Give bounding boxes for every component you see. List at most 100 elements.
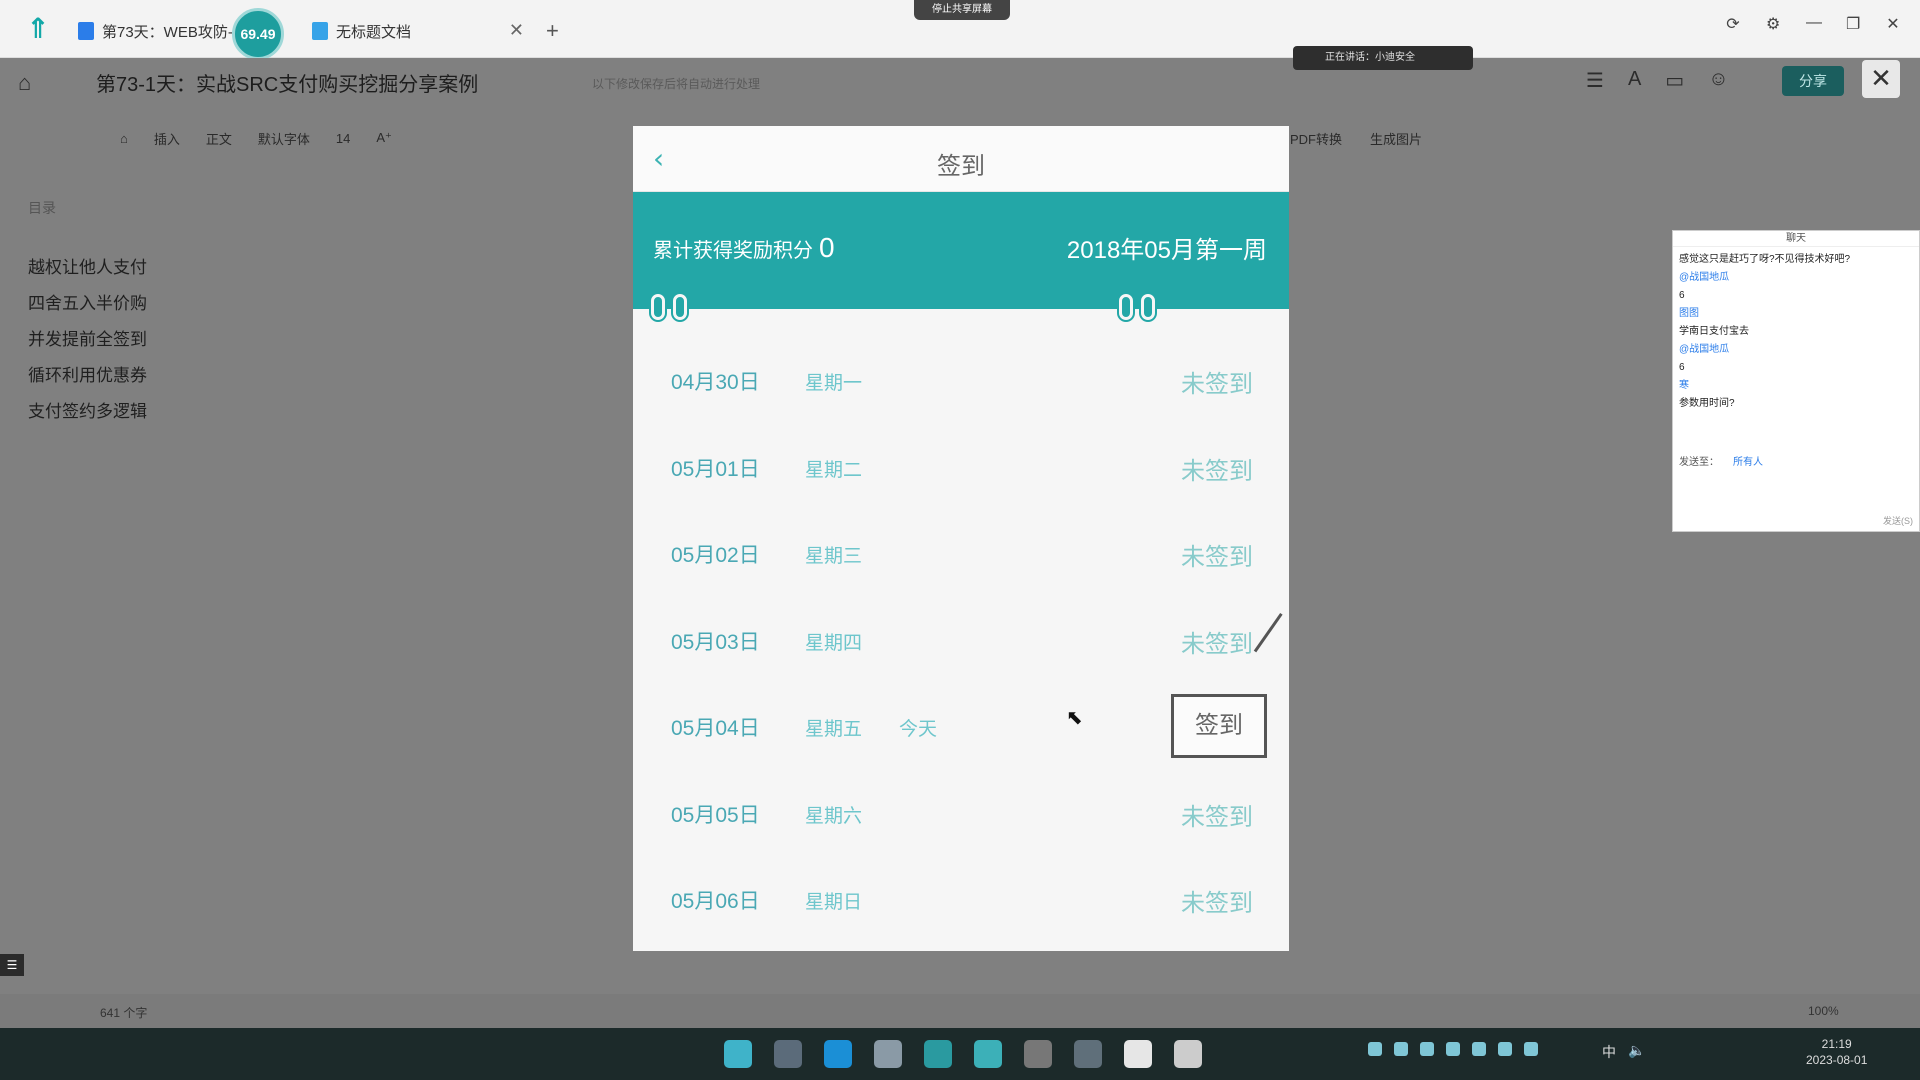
toolbar-insert[interactable]: 插入 [154,129,180,148]
ring-icon [673,294,687,320]
app-logo-icon[interactable]: ⇑ [22,14,54,44]
toc-item[interactable]: 支付签约多逻辑 [28,400,147,436]
document-title: 第73-1天：实战SRC支付购买挖掘分享案例 [96,74,479,96]
ring-icon [1141,294,1155,320]
day-row: 05月06日 星期日 未签到 [633,857,1289,944]
outline-toggle-icon[interactable]: ☰ [0,954,24,976]
restore-icon[interactable]: ❐ [1846,14,1860,34]
ime-indicator[interactable]: 中 [1602,1042,1616,1062]
save-status-text: 以下修改保存后将自动进行处理 [592,77,761,91]
sign-in-button[interactable]: 签到 [1171,694,1267,758]
tray-spacer [1550,1042,1590,1062]
format-toolbar-right: PDF转换 生成图片 [1290,126,1422,150]
tray-icon[interactable] [1472,1042,1486,1056]
toolbar-style[interactable]: 正文 [206,129,232,148]
taskbar-app-icon[interactable] [974,1040,1002,1068]
chat-message: 学南日支付宝去 [1679,326,1749,337]
day-row: 05月01日 星期二 未签到 [633,425,1289,512]
speaker-indicator: 正在讲话：小迪安全 [1293,46,1473,70]
chat-message: 参数用时间? [1679,398,1735,409]
day-weekday: 星期二 [805,459,863,481]
home-icon[interactable]: ⌂ [18,70,42,95]
timer-badge: 69.49 [232,8,284,60]
binder-rings [633,294,1289,324]
toc-item[interactable]: 并发提前全签到 [28,328,147,364]
document-icon [78,22,94,40]
points-banner: 累计获得奖励积分 0 2018年05月第一周 [633,192,1289,309]
toc-heading: 目录 [28,200,56,216]
settings-icon[interactable]: ⚙ [1766,14,1780,34]
taskbar-app-icon[interactable] [1124,1040,1152,1068]
day-weekday: 星期四 [805,632,863,654]
tray-icon[interactable] [1420,1042,1434,1056]
toc-item[interactable]: 四舍五入半价购 [28,292,147,328]
tray-icon[interactable] [1394,1042,1408,1056]
taskbar-app-icon[interactable] [1174,1040,1202,1068]
close-overlay-button[interactable]: ✕ [1862,60,1900,98]
share-button[interactable]: 分享 [1782,66,1844,96]
chat-send-target: 发送至： 所有人 [1679,453,1763,468]
format-painter-icon[interactable]: ⌂ [120,131,128,146]
close-window-icon[interactable]: ✕ [1886,14,1900,34]
day-weekday: 星期一 [805,373,863,394]
text-format-icon[interactable]: A [1628,68,1641,93]
chat-send-button[interactable]: 发送(S) [1883,514,1913,527]
tray-icon[interactable] [1446,1042,1460,1056]
day-row-today: 05月04日 星期五 今天 签到 [633,684,1289,771]
minimize-icon[interactable]: — [1806,14,1822,34]
toc-item[interactable]: 循环利用优惠券 [28,364,147,400]
taskbar-app-icon[interactable] [924,1040,952,1068]
toolbar-font-size[interactable]: 14 [336,131,350,146]
taskbar-app-icon[interactable] [874,1040,902,1068]
format-toolbar: ⌂ 插入 正文 默认字体 14 A⁺ [120,126,392,150]
zoom-level[interactable]: 100% [1808,1004,1839,1018]
document-statusbar [0,994,1920,1028]
tray-icon[interactable] [1498,1042,1512,1056]
word-count[interactable]: 641 个字 [100,1004,147,1021]
menu-icon[interactable]: ☰ [1586,68,1604,93]
collaborators-icon[interactable]: ☺ [1708,68,1728,93]
chat-message: 6 [1679,362,1685,373]
taskbar-app-icon[interactable] [824,1040,852,1068]
taskbar-app-icon[interactable] [1074,1040,1102,1068]
ring-icon [651,294,665,320]
send-to-dropdown[interactable]: 所有人 [1733,457,1763,468]
refresh-icon[interactable]: ⟳ [1726,14,1740,34]
stop-share-button[interactable]: 停止共享屏幕 [914,0,1010,20]
toolbar-font[interactable]: 默认字体 [258,129,310,148]
close-tab-icon[interactable]: ✕ [509,20,524,41]
toolbar-grow-font[interactable]: A⁺ [376,130,392,146]
taskbar-app-icon[interactable] [1024,1040,1052,1068]
signin-title: 签到 [937,153,985,180]
day-row: 04月30日 星期一 未签到 [633,338,1289,425]
day-date: 05月01日 [671,457,760,481]
chat-sender: 寒 [1679,380,1689,391]
toolbar-generate-image[interactable]: 生成图片 [1370,129,1422,148]
taskbar-app-icon[interactable] [774,1040,802,1068]
day-date: 05月05日 [671,803,760,827]
chat-sender: @战国地瓜 [1679,344,1730,355]
new-tab-button[interactable]: + [546,18,559,44]
day-date: 05月06日 [671,890,760,913]
today-label: 今天 [899,719,938,740]
toc-item[interactable]: 越权让他人支付 [28,256,147,292]
day-date: 05月04日 [671,717,760,740]
tray-icon[interactable] [1524,1042,1538,1056]
taskbar-app-icon[interactable] [724,1040,752,1068]
chat-message: 6 [1679,290,1685,301]
volume-icon[interactable]: 🔈 [1628,1042,1645,1062]
clock-date: 2023-08-01 [1806,1053,1868,1067]
window-titlebar: ⇑ 第73天：WEB攻防-3 69.49 无标题文档 ✕ + 停止共享屏幕 ⟳ … [0,0,1920,60]
day-row: 05月02日 星期三 未签到 [633,511,1289,598]
chat-sender: 图图 [1679,308,1699,319]
toolbar-pdf-convert[interactable]: PDF转换 [1290,129,1342,148]
mouse-cursor-icon: ⬉ [1066,707,1083,729]
day-weekday: 星期五 [805,719,863,740]
tray-icon[interactable] [1368,1042,1382,1056]
window-controls: ⟳ ⚙ — ❐ ✕ [1726,14,1920,34]
present-icon[interactable]: ▭ [1665,68,1684,93]
tab-label: 第73天：WEB攻防-3 [102,23,242,41]
tab-untitled-doc[interactable]: 无标题文档 ✕ [312,12,530,50]
day-weekday: 星期日 [805,892,863,913]
system-clock[interactable]: 21:19 2023-08-01 [1806,1036,1867,1068]
